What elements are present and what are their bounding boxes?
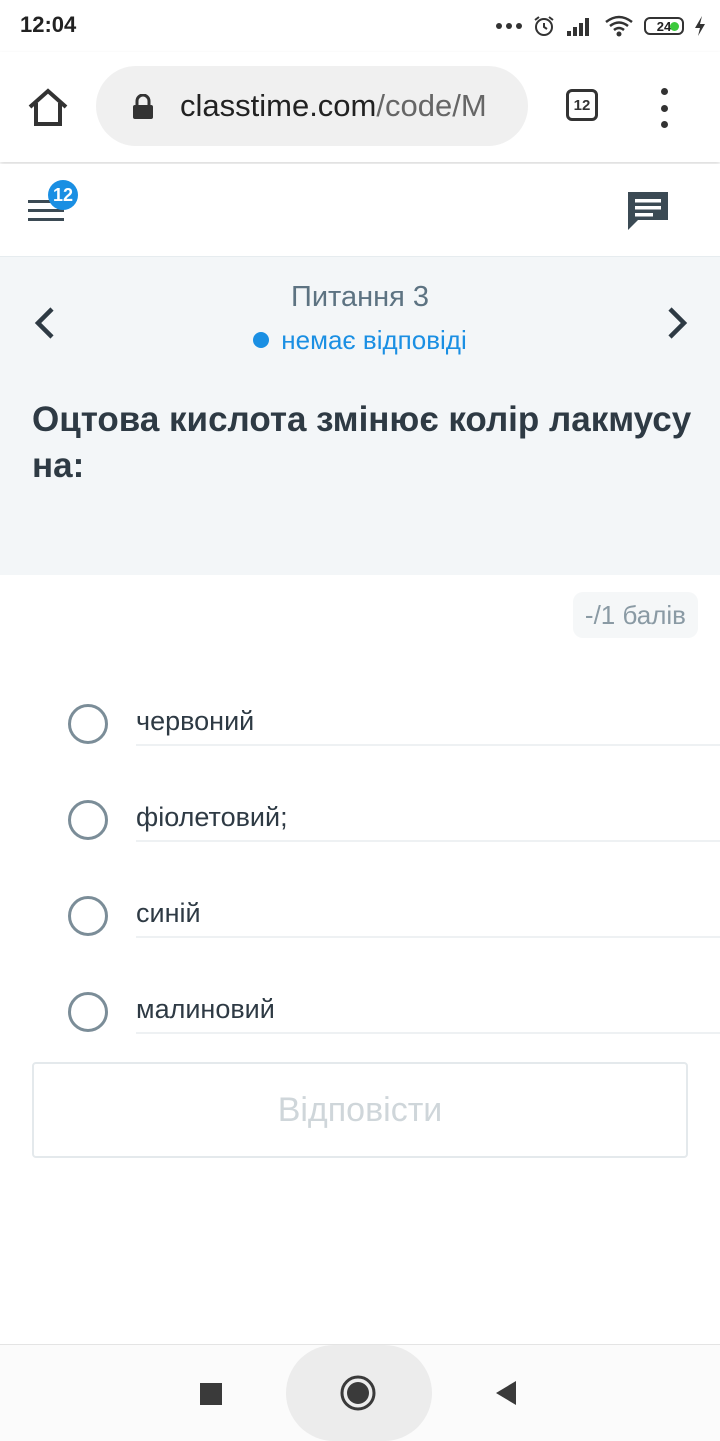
- option-label: червоний: [136, 706, 255, 736]
- status-time: 12:04: [20, 12, 77, 37]
- lock-icon: [133, 94, 153, 119]
- tab-switcher-button[interactable]: 12: [566, 89, 598, 121]
- back-icon[interactable]: [494, 1379, 518, 1407]
- radio-button[interactable]: [68, 992, 108, 1032]
- home-circle-icon[interactable]: [340, 1375, 376, 1411]
- address-bar[interactable]: classtime.com/code/M: [96, 66, 528, 146]
- signal-icon: [567, 18, 589, 36]
- status-icons: 24: [496, 10, 706, 42]
- recent-apps-icon[interactable]: [200, 1383, 222, 1405]
- answer-status-label: немає відповіді: [281, 325, 467, 355]
- url-path: /code/M: [376, 88, 487, 123]
- alarm-icon: [534, 16, 554, 36]
- battery-level: 24: [656, 18, 672, 34]
- battery-icon: 24: [644, 17, 684, 35]
- answer-option[interactable]: малиновий: [0, 960, 720, 1056]
- question-text: Оцтова кислота змінює колір лакмусу на:: [32, 400, 692, 485]
- wifi-icon: [605, 15, 633, 37]
- divider: [136, 744, 720, 746]
- divider: [136, 840, 720, 842]
- option-label: фіолетовий;: [136, 802, 288, 832]
- charging-icon: [695, 16, 705, 36]
- radio-button[interactable]: [68, 896, 108, 936]
- browser-menu-icon[interactable]: [654, 88, 674, 128]
- status-dot-icon: [253, 332, 270, 348]
- points-badge: -/1 балів: [572, 592, 698, 638]
- home-icon[interactable]: [24, 84, 72, 132]
- url-text[interactable]: classtime.com/code/M: [180, 88, 520, 124]
- question-panel: Питання 3 немає відповіді Оцтова кислота…: [0, 257, 720, 575]
- app-header: 12: [0, 164, 720, 257]
- system-nav-bar: [0, 1344, 720, 1441]
- answer-option[interactable]: синій: [0, 864, 720, 960]
- radio-button[interactable]: [68, 800, 108, 840]
- option-label: синій: [136, 898, 201, 928]
- browser-toolbar: classtime.com/code/M 12: [0, 52, 720, 162]
- submit-answer-button[interactable]: Відповісти: [32, 1062, 688, 1158]
- status-bar: 12:04 24: [0, 0, 720, 52]
- divider: [136, 1032, 720, 1034]
- answer-status: немає відповіді: [0, 325, 720, 356]
- radio-button[interactable]: [68, 704, 108, 744]
- more-notifications-icon: [496, 23, 522, 29]
- next-question-icon[interactable]: [658, 303, 694, 343]
- divider: [136, 936, 720, 938]
- chat-icon[interactable]: [626, 188, 670, 232]
- answer-option[interactable]: червоний: [0, 672, 720, 768]
- question-count-badge: 12: [48, 180, 78, 210]
- url-domain: classtime.com: [180, 88, 377, 123]
- question-number: Питання 3: [290, 281, 430, 313]
- option-label: малиновий: [136, 994, 275, 1024]
- answer-option[interactable]: фіолетовий;: [0, 768, 720, 864]
